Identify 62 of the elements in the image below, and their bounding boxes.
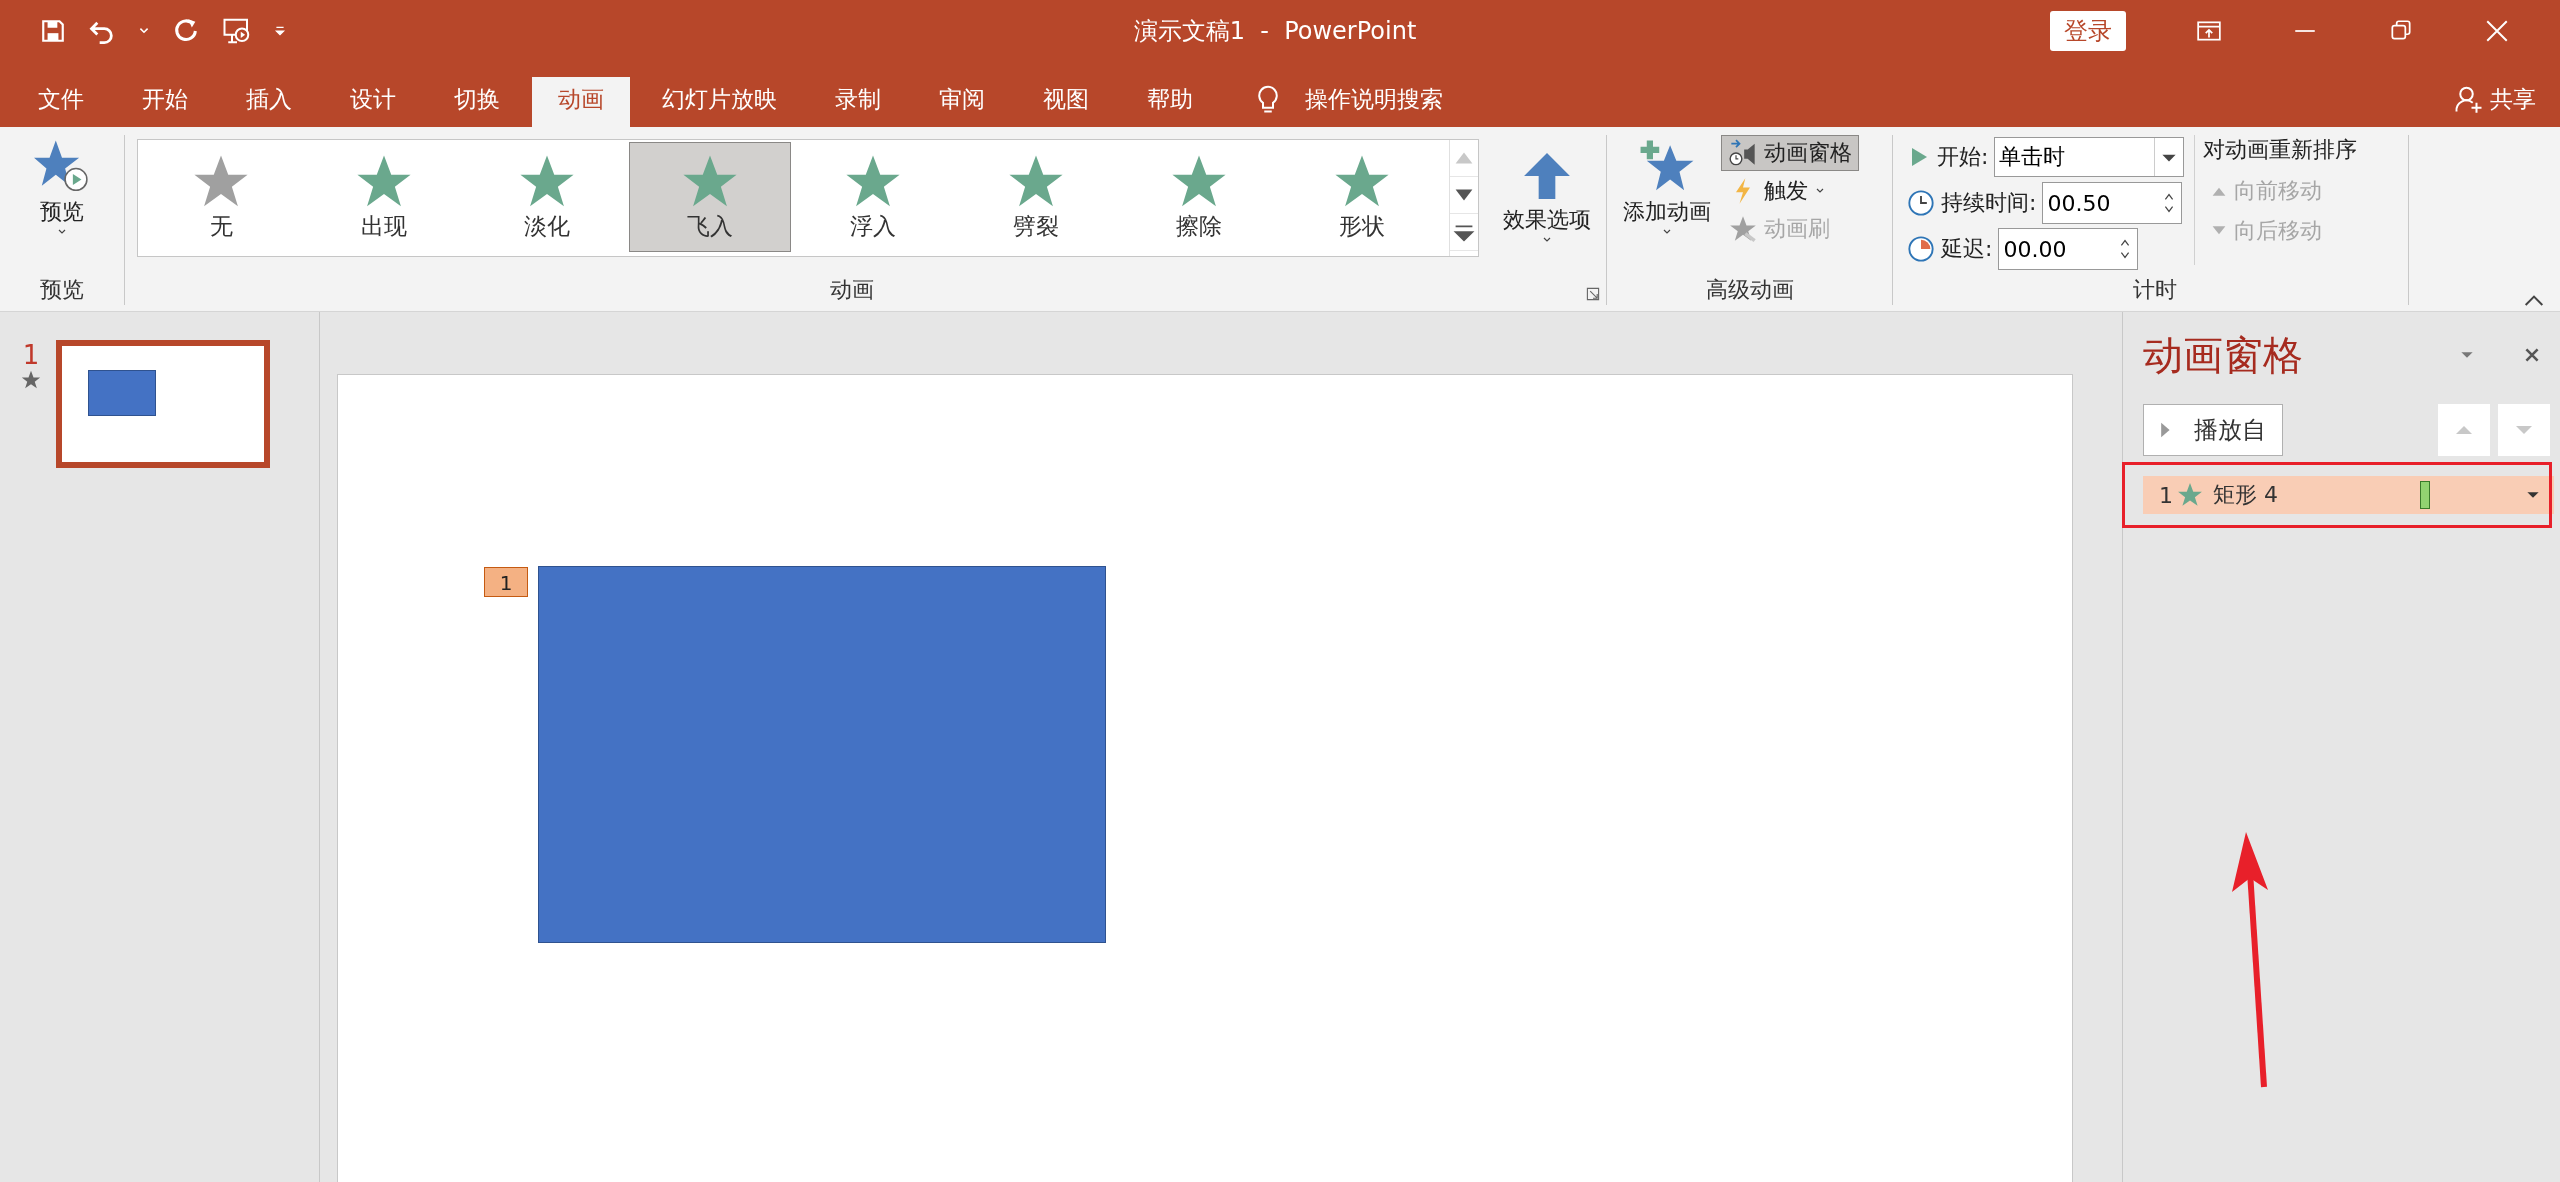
- presentation-icon[interactable]: [222, 16, 252, 46]
- start-label: 开始:: [1937, 143, 1989, 171]
- animation-effect[interactable]: 擦除: [1118, 142, 1280, 252]
- preview-button[interactable]: 预览: [26, 135, 98, 241]
- ribbon-tab[interactable]: 动画: [532, 77, 630, 127]
- group-label: 计时: [2131, 276, 2178, 304]
- slide-thumbnail[interactable]: [56, 340, 270, 468]
- clock-speaker-icon: [1728, 139, 1758, 167]
- animation-effect[interactable]: 淡化: [466, 142, 628, 252]
- animation-effect[interactable]: 飞入: [629, 142, 791, 252]
- ribbon-tab[interactable]: 文件: [12, 77, 110, 127]
- ribbon-tab[interactable]: 审阅: [913, 77, 1011, 127]
- trigger-button[interactable]: 触发: [1721, 173, 1859, 209]
- play-icon: [2160, 420, 2172, 440]
- ribbon-tab[interactable]: 录制: [809, 77, 907, 127]
- add-person-icon[interactable]: [2454, 84, 2484, 114]
- play-from-button[interactable]: 播放自: [2143, 404, 2283, 456]
- animation-effect[interactable]: 浮入: [792, 142, 954, 252]
- ribbon-tab[interactable]: 帮助: [1121, 77, 1219, 127]
- group-label: 动画: [828, 276, 875, 304]
- delay-label: 延迟:: [1941, 235, 1993, 263]
- ribbon-tab[interactable]: 切换: [428, 77, 526, 127]
- add-animation-button[interactable]: 添加动画: [1617, 135, 1717, 241]
- clock-icon: [1907, 189, 1935, 217]
- duration-label: 持续时间:: [1941, 189, 2037, 217]
- effect-options-button[interactable]: 效果选项: [1497, 145, 1597, 249]
- ribbon-tab[interactable]: 设计: [324, 77, 422, 127]
- slide-number: 1: [22, 340, 40, 370]
- timing-bar: [2420, 481, 2430, 509]
- animation-effect[interactable]: 无: [140, 142, 302, 252]
- start-dropdown[interactable]: 单击时: [1994, 137, 2185, 177]
- collapse-ribbon-icon[interactable]: [2524, 293, 2544, 307]
- reorder-heading: 对动画重新排序: [2203, 136, 2358, 164]
- animation-pane-button[interactable]: 动画窗格: [1721, 135, 1859, 171]
- group-label: 预览: [39, 276, 85, 304]
- save-icon[interactable]: [40, 18, 66, 44]
- animation-list-item[interactable]: 1 矩形 4: [2143, 476, 2554, 514]
- delay-clock-icon: [1907, 235, 1935, 263]
- login-button[interactable]: 登录: [2050, 11, 2126, 51]
- animation-effect[interactable]: 出现: [303, 142, 465, 252]
- star-icon: [2177, 482, 2203, 508]
- duration-field[interactable]: 00.50: [2042, 182, 2183, 224]
- star-brush-icon: [1728, 215, 1758, 243]
- pane-title: 动画窗格: [2143, 330, 2304, 380]
- ribbon-tab[interactable]: 插入: [220, 77, 318, 127]
- animation-effect[interactable]: 劈裂: [955, 142, 1117, 252]
- share-button[interactable]: 共享: [2490, 83, 2536, 115]
- ribbon-display-icon[interactable]: [2196, 18, 2222, 44]
- ribbon-tab[interactable]: 幻灯片放映: [636, 77, 803, 127]
- tell-me-search[interactable]: 操作说明搜索: [1305, 83, 1443, 115]
- animation-tag: 1: [484, 567, 528, 597]
- ribbon-tab[interactable]: 开始: [116, 77, 214, 127]
- customize-icon[interactable]: [274, 25, 286, 37]
- ribbon-tab[interactable]: 视图: [1017, 77, 1115, 127]
- close-icon[interactable]: [2484, 18, 2510, 44]
- close-icon[interactable]: [2524, 347, 2540, 363]
- window-title: 演示文稿1 - PowerPoint: [1132, 16, 1418, 47]
- group-label: 高级动画: [1704, 276, 1795, 304]
- rectangle-shape: [88, 370, 156, 416]
- dialog-launcher-icon[interactable]: [1586, 287, 1600, 301]
- delay-field[interactable]: 00.00: [1998, 228, 2139, 270]
- animation-effect[interactable]: 形状: [1281, 142, 1443, 252]
